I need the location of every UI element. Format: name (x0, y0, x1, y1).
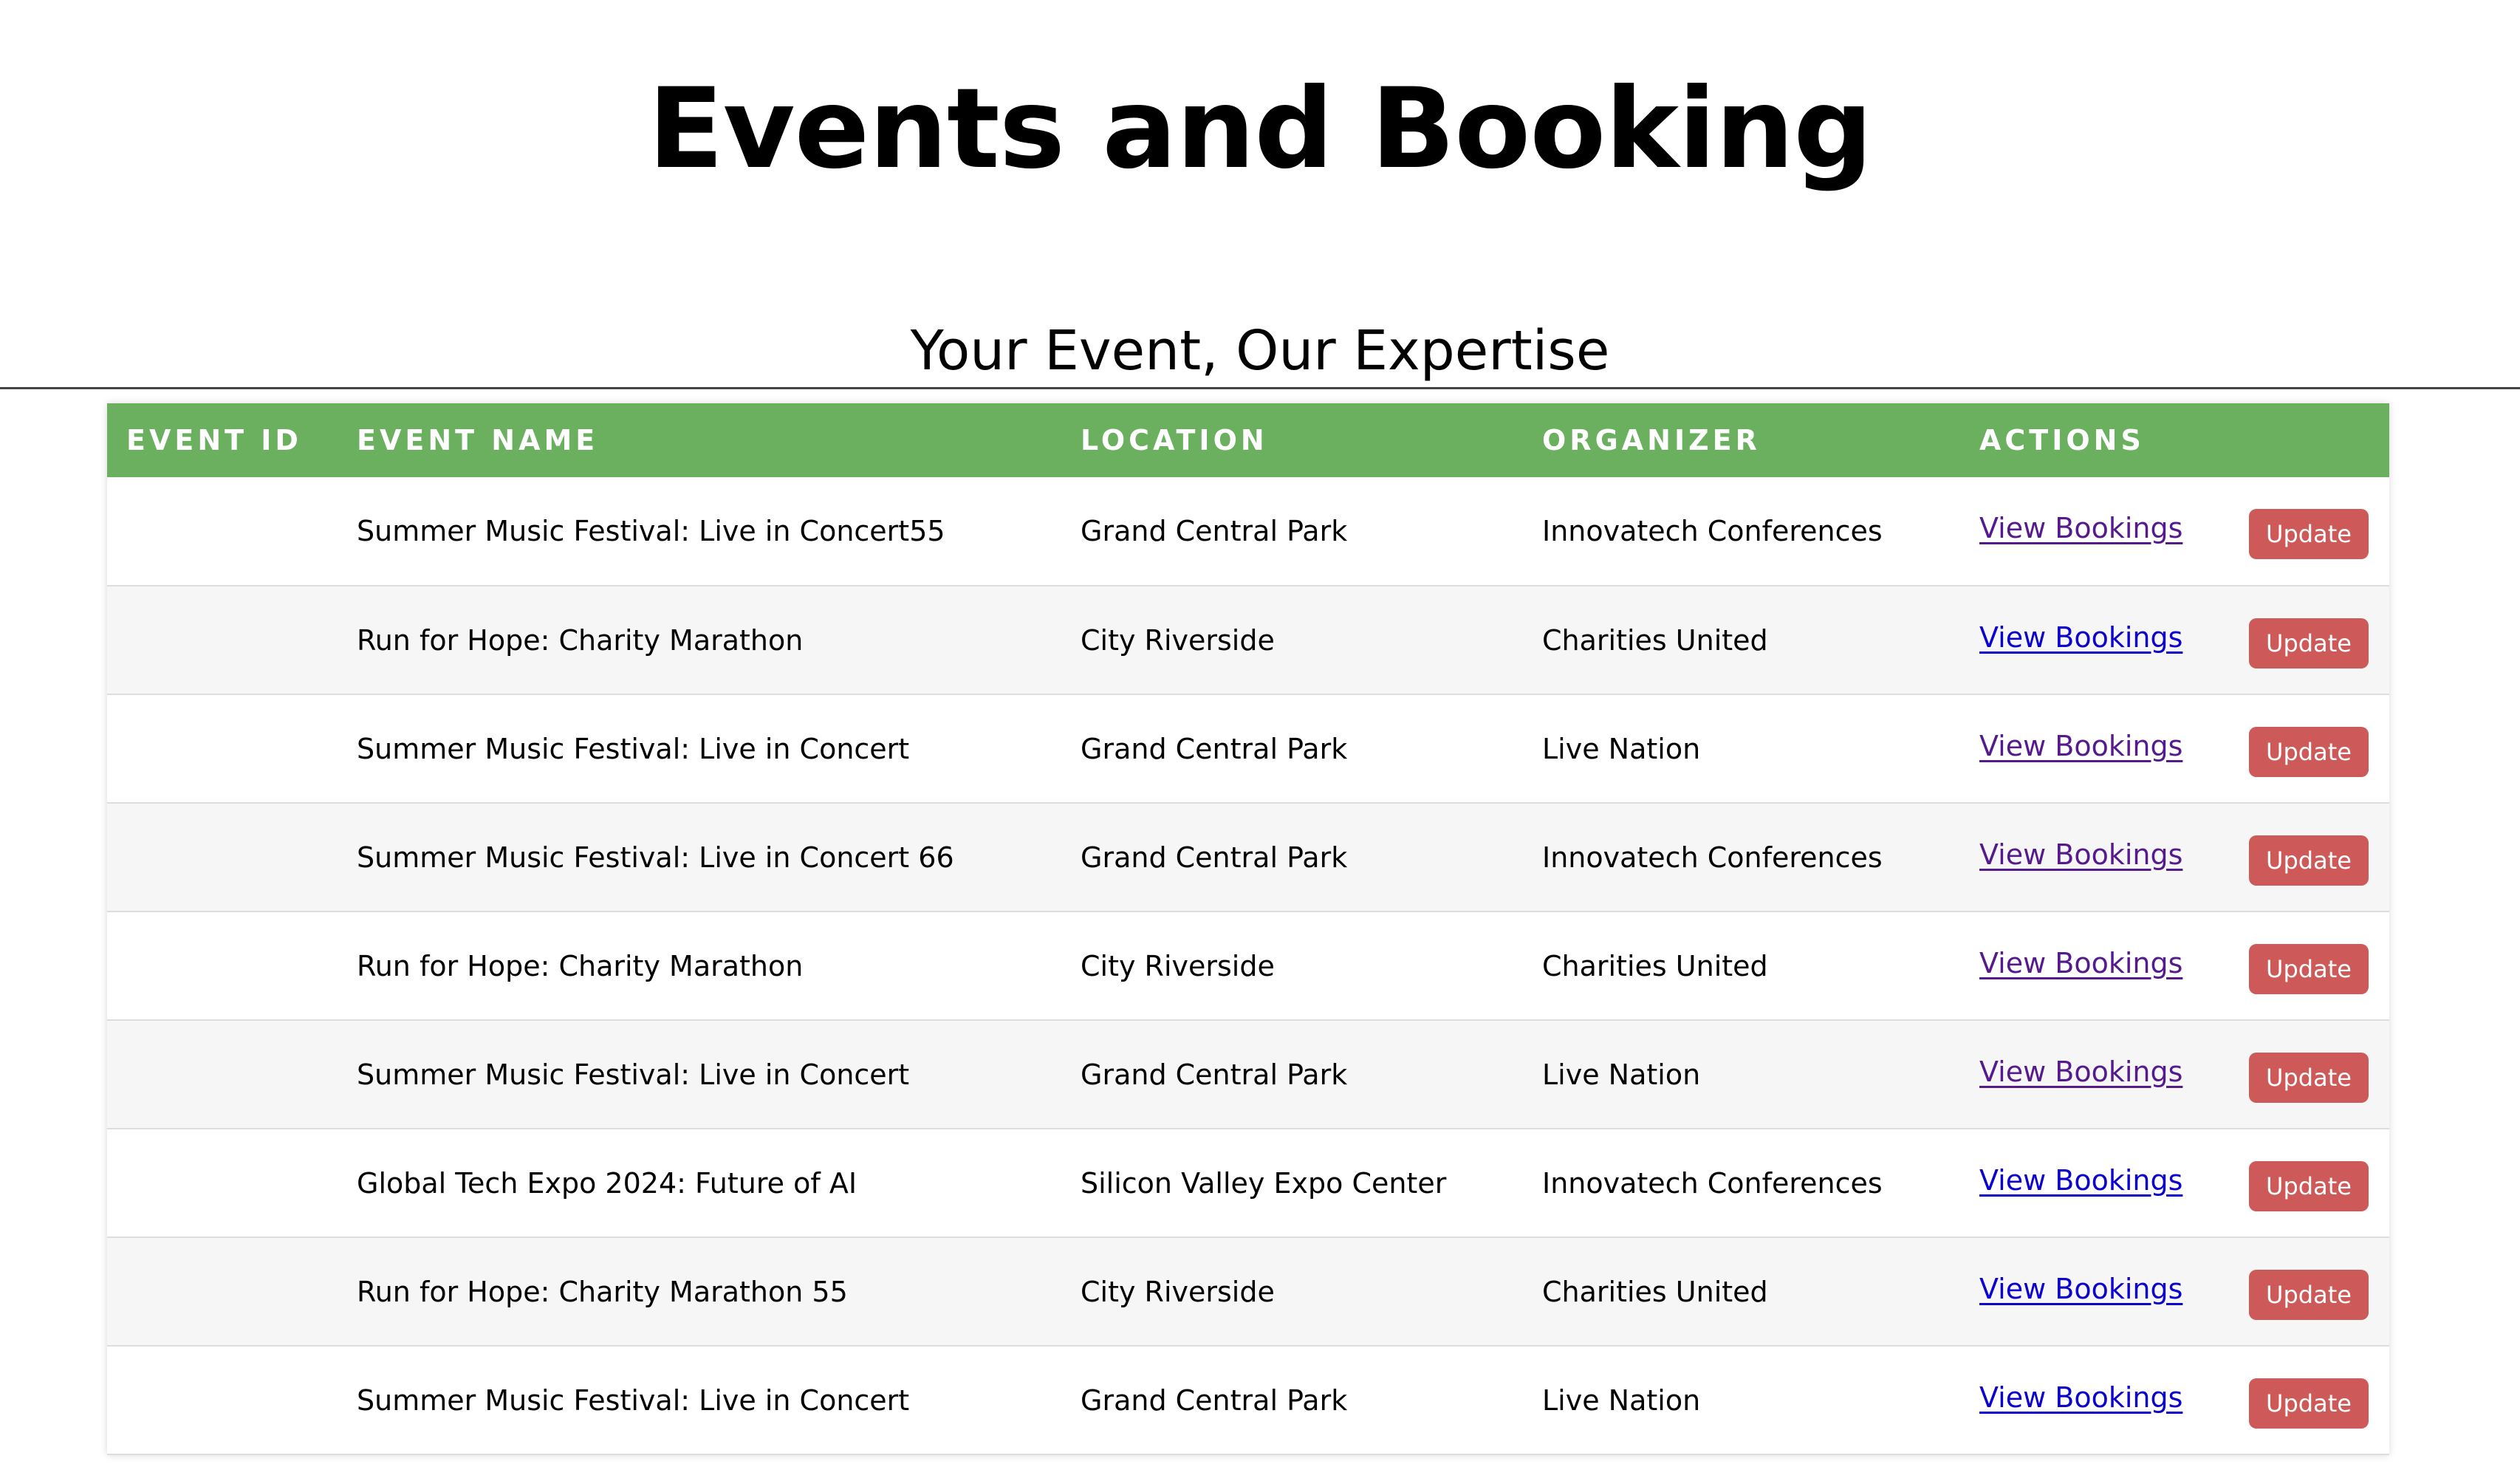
table-row: Summer Music Festival: Live in Concert Gr… (107, 1020, 2389, 1129)
location-cell: Grand Central Park (1081, 1058, 1348, 1091)
column-header-location: LOCATION (1081, 424, 1268, 456)
table-row: Run for Hope: Charity Marathon City River… (107, 586, 2389, 694)
organizer-cell: Charities United (1542, 949, 1768, 982)
event-id-cell (107, 1020, 338, 1129)
actions-group: View Bookings Update (1979, 1155, 2389, 1211)
location-cell: City Riverside (1081, 623, 1275, 657)
location-cell: Grand Central Park (1081, 841, 1348, 874)
location-cell: City Riverside (1081, 949, 1275, 982)
actions-cell: View Bookings Update (1960, 694, 2389, 803)
event-id-cell (107, 694, 338, 803)
events-table-container: EVENT ID EVENT NAME LOCATION ORGANIZER A… (107, 403, 2389, 1455)
location-cell: Grand Central Park (1081, 1383, 1348, 1417)
organizer-cell: Live Nation (1542, 1383, 1701, 1417)
actions-cell: View Bookings Update (1960, 477, 2389, 586)
table-row: Summer Music Festival: Live in Concert 6… (107, 803, 2389, 911)
view-bookings-link[interactable]: View Bookings (1979, 1164, 2182, 1197)
update-button[interactable]: Update (2249, 1269, 2369, 1320)
location-cell: Silicon Valley Expo Center (1081, 1166, 1447, 1200)
column-header-event-id: EVENT ID (126, 424, 302, 456)
location-cell: City Riverside (1081, 1275, 1275, 1308)
view-bookings-link[interactable]: View Bookings (1979, 947, 2182, 979)
actions-cell: View Bookings Update (1960, 1020, 2389, 1129)
organizer-cell: Charities United (1542, 623, 1768, 657)
event-name-cell: Global Tech Expo 2024: Future of AI (357, 1166, 857, 1200)
organizer-cell: Charities United (1542, 1275, 1768, 1308)
event-id-cell (107, 1129, 338, 1237)
view-bookings-link[interactable]: View Bookings (1979, 512, 2182, 544)
organizer-cell: Innovatech Conferences (1542, 841, 1883, 874)
event-name-cell: Run for Hope: Charity Marathon (357, 949, 804, 982)
update-button[interactable]: Update (2249, 618, 2369, 668)
event-name-cell: Summer Music Festival: Live in Concert (357, 732, 910, 765)
event-name-cell: Summer Music Festival: Live in Concert55 (357, 515, 945, 547)
event-name-cell: Summer Music Festival: Live in Concert (357, 1383, 910, 1417)
event-id-cell (107, 586, 338, 694)
update-button[interactable]: Update (2249, 1378, 2369, 1429)
actions-group: View Bookings Update (1979, 1264, 2389, 1320)
actions-cell: View Bookings Update (1960, 1346, 2389, 1454)
update-button[interactable]: Update (2249, 835, 2369, 886)
table-row: Run for Hope: Charity Marathon City River… (107, 911, 2389, 1020)
view-bookings-link[interactable]: View Bookings (1979, 621, 2182, 654)
actions-cell: View Bookings Update (1960, 803, 2389, 911)
update-button[interactable]: Update (2249, 509, 2369, 559)
table-row: Summer Music Festival: Live in Concert Gr… (107, 1346, 2389, 1454)
event-name-cell: Run for Hope: Charity Marathon 55 (357, 1275, 848, 1308)
organizer-cell: Live Nation (1542, 732, 1701, 765)
view-bookings-link[interactable]: View Bookings (1979, 1273, 2182, 1305)
event-id-cell (107, 1346, 338, 1454)
event-id-cell (107, 477, 338, 586)
view-bookings-link[interactable]: View Bookings (1979, 730, 2182, 762)
table-row: Global Tech Expo 2024: Future of AI Silic… (107, 1129, 2389, 1237)
update-button[interactable]: Update (2249, 1160, 2369, 1211)
actions-group: View Bookings Update (1979, 1047, 2389, 1103)
table-row: Summer Music Festival: Live in Concert Gr… (107, 694, 2389, 803)
organizer-cell: Live Nation (1542, 1058, 1701, 1091)
actions-cell: View Bookings Update (1960, 1237, 2389, 1346)
view-bookings-link[interactable]: View Bookings (1979, 1056, 2182, 1088)
column-header-actions: ACTIONS (1979, 424, 2145, 456)
update-button[interactable]: Update (2249, 726, 2369, 777)
location-cell: Grand Central Park (1081, 732, 1348, 765)
actions-cell: View Bookings Update (1960, 911, 2389, 1020)
table-row: Summer Music Festival: Live in Concert55… (107, 477, 2389, 586)
page-subtitle: Your Event, Our Expertise (910, 319, 1610, 383)
events-table-body: Summer Music Festival: Live in Concert55… (107, 477, 2389, 1454)
events-table: EVENT ID EVENT NAME LOCATION ORGANIZER A… (107, 403, 2389, 1455)
organizer-cell: Innovatech Conferences (1542, 515, 1883, 547)
table-row: Run for Hope: Charity Marathon 55 City Ri… (107, 1237, 2389, 1346)
event-id-cell (107, 911, 338, 1020)
event-id-cell (107, 803, 338, 911)
actions-group: View Bookings Update (1979, 938, 2389, 994)
event-id-cell (107, 1237, 338, 1346)
actions-group: View Bookings Update (1979, 830, 2389, 886)
actions-cell: View Bookings Update (1960, 1129, 2389, 1237)
column-header-event-name: EVENT NAME (357, 424, 599, 456)
event-name-cell: Summer Music Festival: Live in Concert 6… (357, 841, 954, 874)
location-cell: Grand Central Park (1081, 515, 1348, 547)
view-bookings-link[interactable]: View Bookings (1979, 838, 2182, 871)
column-header-organizer: ORGANIZER (1542, 424, 1761, 456)
actions-group: View Bookings Update (1979, 721, 2389, 777)
page-header: Events and Booking Your Event, Our Exper… (0, 0, 2520, 384)
page-title: Events and Booking (648, 65, 1872, 194)
actions-group: View Bookings Update (1979, 612, 2389, 668)
update-button[interactable]: Update (2249, 1052, 2369, 1103)
event-name-cell: Summer Music Festival: Live in Concert (357, 1058, 910, 1091)
actions-group: View Bookings Update (1979, 1372, 2389, 1429)
actions-group: View Bookings Update (1979, 503, 2389, 559)
header-divider (0, 387, 2520, 389)
actions-cell: View Bookings Update (1960, 586, 2389, 694)
event-name-cell: Run for Hope: Charity Marathon (357, 623, 804, 657)
view-bookings-link[interactable]: View Bookings (1979, 1381, 2182, 1414)
organizer-cell: Innovatech Conferences (1542, 1166, 1883, 1200)
update-button[interactable]: Update (2249, 943, 2369, 994)
table-header-row: EVENT ID EVENT NAME LOCATION ORGANIZER A… (107, 403, 2389, 477)
